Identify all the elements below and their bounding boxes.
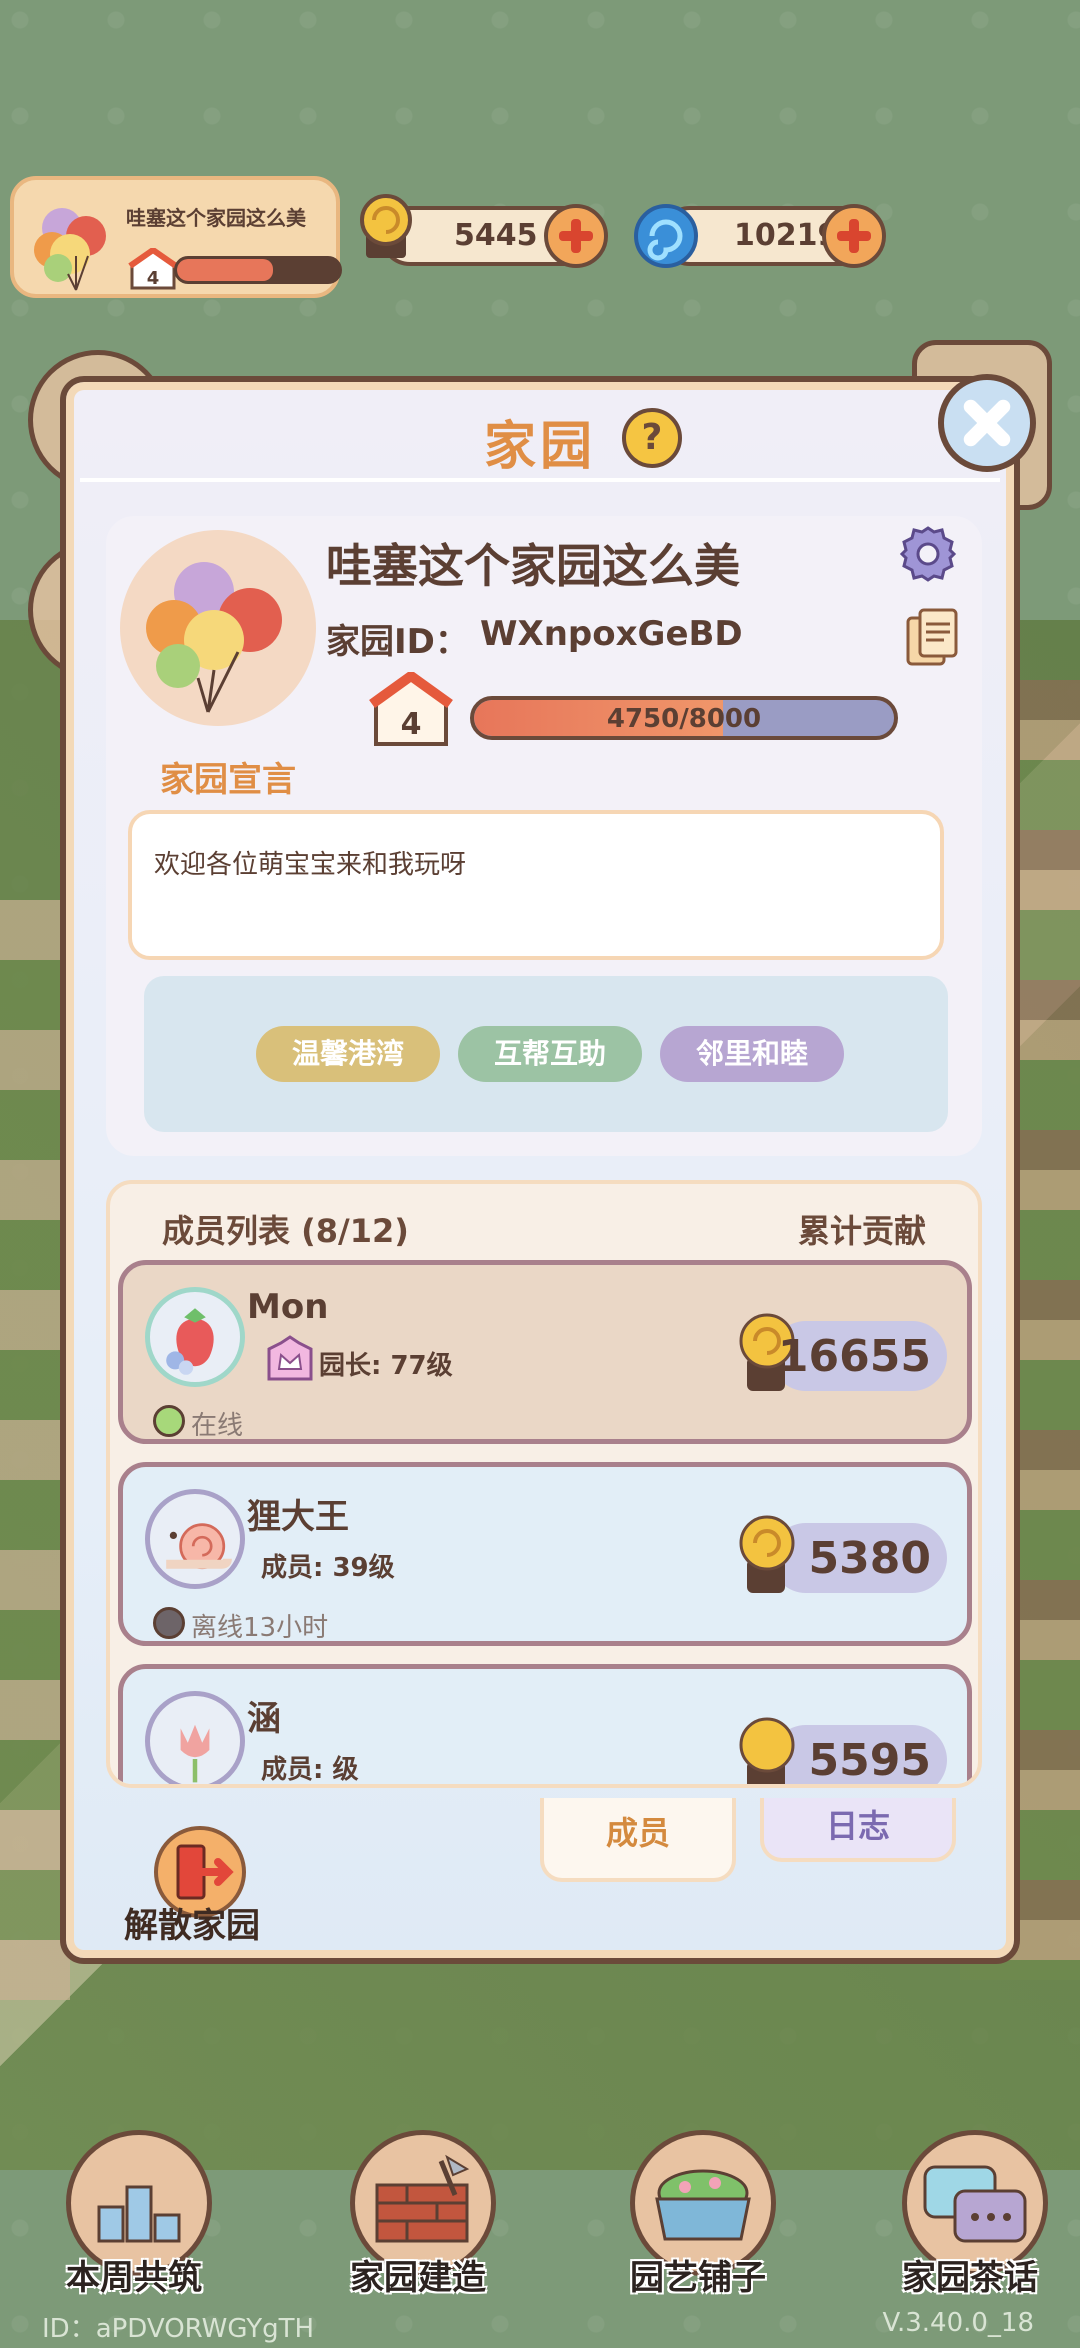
snail-coin-value: 5445: [454, 218, 538, 253]
tag-neighborly[interactable]: 邻里和睦: [660, 1026, 844, 1082]
weekly-build-label: 本周共筑: [66, 2258, 202, 2298]
snail-trophy-icon: [739, 1515, 795, 1593]
tag-mutual-help[interactable]: 互帮互助: [458, 1026, 642, 1082]
member-score: 16655: [777, 1331, 931, 1382]
member-row[interactable]: Mon 园长: 77级 在线 16655: [118, 1260, 972, 1444]
online-status-dot: [153, 1405, 185, 1437]
manifesto-text: 欢迎各位萌宝宝来和我玩呀: [154, 850, 467, 880]
dissolve-home-label[interactable]: 解散家园: [124, 1898, 260, 1947]
home-id-label: 家园ID：: [326, 622, 469, 662]
level-house-icon: 4: [128, 248, 178, 290]
title-divider: [80, 478, 1000, 482]
copy-icon[interactable]: [904, 608, 960, 668]
app-version: V.3.40.0_18: [882, 2308, 1034, 2338]
member-score: 5595: [808, 1735, 931, 1784]
member-name: 狸大王: [247, 1497, 349, 1537]
members-card: 成员列表 (8/12) 累计贡献 Mon 园长: 77级 在线 16655 狸大…: [106, 1180, 982, 1788]
tab-log[interactable]: 日志: [760, 1798, 956, 1862]
tulip-avatar-icon: [145, 1691, 245, 1784]
add-gem-button[interactable]: [822, 204, 886, 268]
manifesto-title: 家园宣言: [160, 760, 296, 800]
member-role: 园长: 77级: [319, 1351, 453, 1381]
members-list[interactable]: Mon 园长: 77级 在线 16655 狸大王 成员: 39级 离线13小时 …: [110, 1260, 978, 1784]
crown-badge-icon: [267, 1335, 313, 1381]
member-row[interactable]: 狸大王 成员: 39级 离线13小时 5380: [118, 1462, 972, 1646]
exp-bar: 4750/8000: [470, 696, 898, 740]
member-status: 在线: [191, 1411, 244, 1441]
balloon-avatar-icon: [34, 208, 106, 291]
member-role: 成员: 级: [261, 1755, 359, 1784]
member-row[interactable]: 涵 成员: 级 5595: [118, 1664, 972, 1784]
gear-icon[interactable]: [896, 522, 960, 586]
home-profile-chip[interactable]: 哇塞这个家园这么美 4: [10, 176, 342, 298]
members-title: 成员列表 (8/12): [162, 1212, 409, 1250]
hud-level-text: 4: [147, 268, 160, 289]
help-icon[interactable]: ?: [622, 408, 682, 468]
garden-shop-label: 园艺铺子: [630, 2258, 766, 2298]
offline-status-dot: [153, 1607, 185, 1639]
home-balloon-avatar-icon: [120, 530, 316, 726]
level-house-icon: 4: [369, 672, 453, 746]
home-name: 哇塞这个家园这么美: [326, 539, 740, 593]
modal-title: 家园: [483, 417, 596, 477]
member-name: 涵: [247, 1699, 281, 1739]
contribution-header: 累计贡献: [797, 1212, 926, 1250]
player-id: ID：aPDVORWGYgTH: [42, 2314, 315, 2344]
hud-home-name: 哇塞这个家园这么美: [126, 206, 306, 230]
swirl-gem-icon: [634, 204, 698, 268]
modal-level-text: 4: [401, 707, 422, 742]
home-build-label: 家园建造: [350, 2258, 486, 2298]
tab-members[interactable]: 成员: [540, 1798, 736, 1882]
members-header: 成员列表 (8/12) 累计贡献: [110, 1184, 978, 1260]
close-button[interactable]: [938, 374, 1036, 472]
tag-cozy-harbor[interactable]: 温馨港湾: [256, 1026, 440, 1082]
strawberry-avatar-icon: [145, 1287, 245, 1387]
hud-level-fill: [177, 259, 273, 281]
member-score: 5380: [808, 1533, 931, 1584]
snail-trophy-icon: [739, 1717, 795, 1784]
add-snail-coin-button[interactable]: [544, 204, 608, 268]
snail-avatar-icon: [145, 1489, 245, 1589]
snail-coin-icon: [360, 194, 412, 258]
exp-text: 4750/8000: [606, 704, 762, 734]
member-status: 离线13小时: [191, 1613, 329, 1643]
tags-box: 温馨港湾 互帮互助 邻里和睦: [144, 976, 948, 1132]
member-name: Mon: [247, 1287, 329, 1327]
home-chat-label: 家园茶话: [902, 2258, 1038, 2298]
hud-level-bar: [174, 256, 342, 284]
member-role: 成员: 39级: [261, 1553, 395, 1583]
manifesto-box[interactable]: 欢迎各位萌宝宝来和我玩呀: [128, 810, 944, 960]
home-id-value: WXnpoxGeBD: [480, 614, 743, 654]
